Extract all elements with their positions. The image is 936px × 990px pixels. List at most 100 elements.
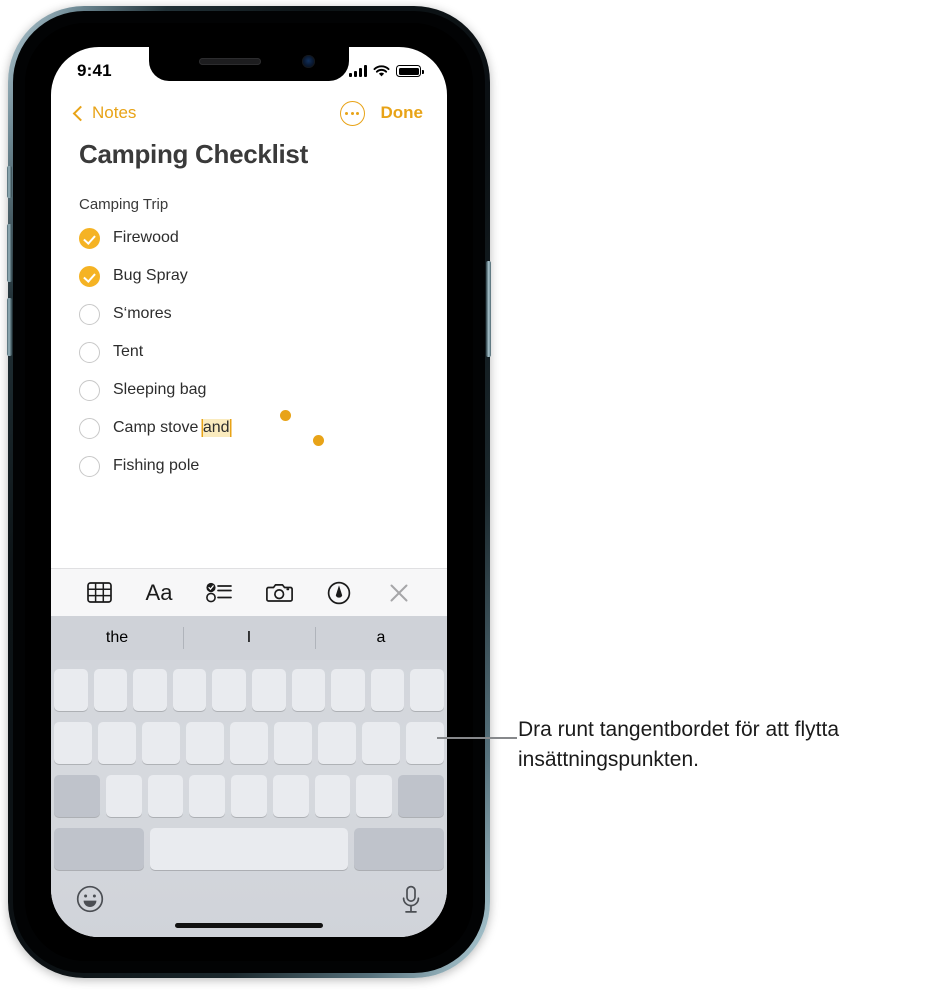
callout-leader-line bbox=[437, 737, 517, 739]
key[interactable] bbox=[98, 722, 136, 764]
checklist-item-label: Bug Spray bbox=[113, 267, 188, 284]
checklist-item[interactable]: S‘mores bbox=[79, 295, 419, 333]
key[interactable] bbox=[106, 775, 142, 817]
notch bbox=[149, 47, 349, 81]
checklist-item[interactable]: Fishing pole bbox=[79, 447, 419, 485]
keyboard-bottom-row bbox=[54, 881, 444, 937]
checkbox-checked-icon[interactable] bbox=[79, 265, 100, 287]
device-bezel: 9:41 Notes Done Camping Checklist Campin… bbox=[25, 23, 473, 961]
space-key[interactable] bbox=[150, 828, 348, 870]
key[interactable] bbox=[147, 775, 184, 817]
key[interactable] bbox=[54, 722, 92, 764]
note-subtitle: Camping Trip bbox=[79, 196, 169, 213]
checklist-item-with-selection[interactable]: Camp stove and bbox=[79, 409, 419, 447]
key[interactable] bbox=[133, 669, 167, 711]
home-indicator[interactable] bbox=[175, 923, 323, 928]
close-icon[interactable] bbox=[381, 578, 417, 608]
emoji-smiley-icon[interactable] bbox=[76, 885, 104, 918]
key[interactable] bbox=[186, 722, 224, 764]
checkbox-empty-icon[interactable] bbox=[79, 303, 100, 325]
earpiece-speaker-icon bbox=[199, 58, 261, 65]
checklist-icon[interactable] bbox=[201, 578, 237, 608]
checkbox-empty-icon[interactable] bbox=[79, 455, 100, 477]
status-bar-time: 9:41 bbox=[77, 61, 112, 80]
done-button[interactable]: Done bbox=[381, 103, 424, 123]
key[interactable] bbox=[252, 669, 286, 711]
note-format-toolbar: Aa bbox=[51, 568, 447, 616]
key[interactable] bbox=[231, 775, 267, 817]
selection-handle-end[interactable] bbox=[313, 435, 324, 446]
checkbox-checked-icon[interactable] bbox=[79, 227, 100, 249]
checklist-item-label: Fishing pole bbox=[113, 457, 200, 474]
checklist-item[interactable]: Bug Spray bbox=[79, 257, 419, 295]
volume-down-button[interactable] bbox=[7, 298, 12, 356]
checklist-item[interactable]: Sleeping bag bbox=[79, 371, 419, 409]
key[interactable] bbox=[272, 775, 309, 817]
checklist-item-label: Tent bbox=[113, 343, 144, 360]
prediction-candidate[interactable]: a bbox=[315, 629, 447, 647]
chevron-left-icon bbox=[72, 105, 89, 121]
signal-bars-icon bbox=[349, 65, 367, 77]
keyboard-row-2 bbox=[54, 722, 444, 764]
navigation-bar: Notes Done bbox=[51, 91, 447, 135]
key[interactable] bbox=[172, 669, 207, 711]
format-aa-label: Aa bbox=[145, 579, 173, 605]
camera-icon[interactable] bbox=[261, 578, 297, 608]
key[interactable] bbox=[54, 669, 88, 711]
key[interactable] bbox=[212, 669, 246, 711]
status-bar-indicators bbox=[349, 64, 424, 78]
key[interactable] bbox=[406, 722, 444, 764]
selection-handle-start[interactable] bbox=[280, 410, 291, 421]
format-aa-icon[interactable]: Aa bbox=[141, 578, 177, 608]
key[interactable] bbox=[314, 775, 351, 817]
checkbox-empty-icon[interactable] bbox=[79, 379, 100, 401]
power-button[interactable] bbox=[486, 261, 491, 357]
shift-key[interactable] bbox=[54, 775, 101, 817]
front-camera-icon bbox=[302, 55, 315, 68]
key[interactable] bbox=[142, 722, 180, 764]
markup-pen-icon[interactable] bbox=[321, 578, 357, 608]
key[interactable] bbox=[331, 669, 365, 711]
prediction-candidate[interactable]: the bbox=[51, 629, 183, 647]
checklist-item-label: Firewood bbox=[113, 229, 179, 246]
volume-up-button[interactable] bbox=[7, 224, 12, 282]
checklist: Firewood Bug Spray S‘mores Tent Sleeping… bbox=[79, 219, 419, 485]
ring-switch[interactable] bbox=[7, 166, 12, 198]
delete-key[interactable] bbox=[397, 775, 444, 817]
selected-text[interactable]: and bbox=[202, 419, 230, 437]
ellipsis-circle-icon[interactable] bbox=[339, 100, 365, 126]
battery-icon bbox=[396, 65, 424, 77]
key[interactable] bbox=[291, 669, 326, 711]
key[interactable] bbox=[93, 669, 128, 711]
checklist-item-label: Sleeping bag bbox=[113, 381, 207, 398]
checkbox-empty-icon[interactable] bbox=[79, 417, 100, 439]
checklist-item[interactable]: Firewood bbox=[79, 219, 419, 257]
key[interactable] bbox=[318, 722, 356, 764]
return-key[interactable] bbox=[353, 828, 444, 870]
checklist-item[interactable]: Tent bbox=[79, 333, 419, 371]
device-screen: 9:41 Notes Done Camping Checklist Campin… bbox=[51, 47, 447, 937]
keyboard-row-4 bbox=[54, 828, 444, 870]
back-to-notes-button[interactable]: Notes bbox=[72, 103, 137, 123]
keyboard-area: Aa the I a bbox=[51, 568, 447, 937]
on-screen-keyboard[interactable] bbox=[51, 660, 447, 937]
key[interactable] bbox=[362, 722, 400, 764]
callout-text: Dra runt tangentbordet för att flytta in… bbox=[518, 718, 840, 771]
key[interactable] bbox=[356, 775, 392, 817]
device-inner-bezel: 9:41 Notes Done Camping Checklist Campin… bbox=[13, 11, 485, 973]
iphone-device-frame: 9:41 Notes Done Camping Checklist Campin… bbox=[7, 6, 491, 978]
key[interactable] bbox=[370, 669, 405, 711]
checkbox-empty-icon[interactable] bbox=[79, 341, 100, 363]
table-icon[interactable] bbox=[81, 578, 117, 608]
prediction-candidate[interactable]: I bbox=[183, 629, 315, 647]
microphone-icon[interactable] bbox=[400, 885, 422, 920]
back-button-label: Notes bbox=[92, 103, 137, 122]
key[interactable] bbox=[230, 722, 268, 764]
key[interactable] bbox=[189, 775, 226, 817]
checklist-item-label: Camp stove bbox=[113, 419, 203, 436]
key[interactable] bbox=[274, 722, 312, 764]
screenshot-root: 9:41 Notes Done Camping Checklist Campin… bbox=[0, 0, 936, 990]
key[interactable] bbox=[410, 669, 444, 711]
numbers-key[interactable] bbox=[54, 828, 145, 870]
keyboard-row-3 bbox=[54, 775, 444, 817]
